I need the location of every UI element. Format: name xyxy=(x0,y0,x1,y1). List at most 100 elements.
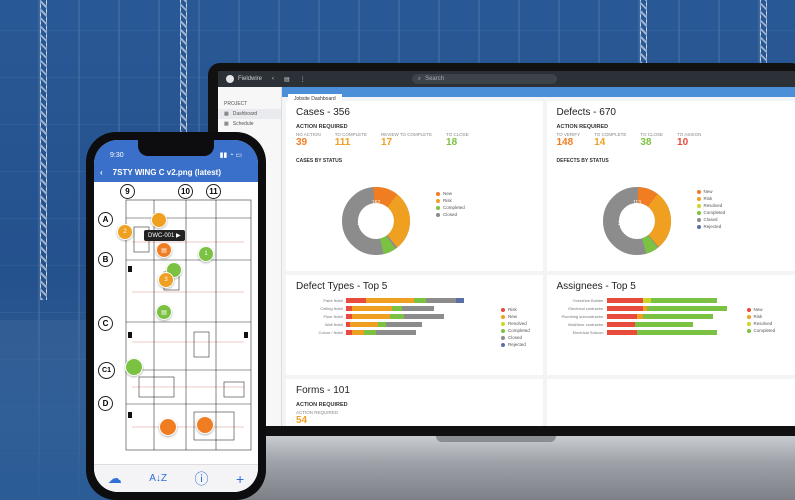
stat-no-action[interactable]: NO ACTION 39 xyxy=(296,132,321,148)
cases-by-status-label: CASES BY STATUS xyxy=(296,158,343,164)
tooltip-label: DWC-001 xyxy=(148,233,175,239)
sidebar-header: PROJECT xyxy=(224,101,248,107)
bar-row[interactable]: Colour / finish xyxy=(296,330,533,335)
grid-col-label: 11 xyxy=(206,184,221,199)
defects-card: Defects - 670 ACTION REQUIRED TO VERIFY 1… xyxy=(546,101,795,271)
legend-item: Risk xyxy=(501,307,530,312)
legend-item: Resolved xyxy=(746,321,776,326)
grid-col-label: 9 xyxy=(120,184,135,199)
legend-item: Risk xyxy=(696,196,726,201)
legend-item: Rejected xyxy=(501,342,530,347)
forms-stat[interactable]: ACTION REQUIRED 54 xyxy=(296,410,533,426)
legend-item: Completed xyxy=(501,328,530,333)
legend-item: Risk xyxy=(746,314,776,319)
task-pin[interactable]: ▤ xyxy=(156,242,172,258)
legend-item: Closed xyxy=(501,335,530,340)
phone-time: 9:30 xyxy=(110,152,124,159)
stat-to-close[interactable]: TO CLOSE 18 xyxy=(446,132,469,148)
grid-row-label: B xyxy=(98,252,113,267)
play-icon: ▶ xyxy=(176,233,181,239)
app-name: Fieldwire xyxy=(238,76,263,82)
schedule-icon: ▦ xyxy=(224,121,229,127)
sidebar-item-schedule[interactable]: ▦ Schedule xyxy=(218,119,281,129)
bar-row[interactable]: Ceiling finish xyxy=(296,306,533,311)
assignees-title: Assignees - Top 5 xyxy=(556,281,636,292)
back-icon[interactable]: ‹ xyxy=(272,76,274,82)
sort-icon[interactable]: A↓Z xyxy=(149,473,167,484)
legend-item: Closed xyxy=(696,217,726,222)
stat-value: 111 xyxy=(334,137,351,148)
donut-label: 313 xyxy=(617,221,626,227)
dashboard-icon: ▦ xyxy=(224,111,229,117)
bar-label: Floor finish xyxy=(323,314,343,319)
task-pin[interactable] xyxy=(125,358,143,376)
bar-row[interactable]: Wall finish xyxy=(296,322,533,327)
task-pin[interactable]: 3 xyxy=(158,272,174,288)
donut-label: 117 xyxy=(357,221,365,227)
legend-item: Rejected xyxy=(696,224,726,229)
stat-to-complete[interactable]: TO COMPLETE 14 xyxy=(594,132,626,148)
laptop: Fieldwire ‹ ▤ ⋮ ⌕ Search Jobsite Dashboar… xyxy=(208,63,795,438)
laptop-screen: Fieldwire ‹ ▤ ⋮ ⌕ Search Jobsite Dashboar… xyxy=(218,71,795,426)
bar-label: Overdrive Builder xyxy=(572,298,604,303)
info-icon[interactable]: ⓘ xyxy=(195,469,209,489)
project-icon[interactable]: ▤ xyxy=(284,76,290,83)
pin-tooltip[interactable]: DWC-001 ▶ xyxy=(144,230,185,241)
app-logo[interactable]: Fieldwire xyxy=(226,75,262,83)
bar-row[interactable]: Paint finish xyxy=(296,298,533,303)
grid-row-label: A xyxy=(98,212,113,227)
donut-label: 162 xyxy=(372,200,381,206)
task-pin[interactable] xyxy=(151,212,167,228)
forms-title: Forms - 101 xyxy=(296,385,350,396)
stat-value: 14 xyxy=(594,137,606,148)
task-pin[interactable] xyxy=(159,418,177,436)
bar-label: Ceiling finish xyxy=(320,306,343,311)
stat-to-complete[interactable]: TO COMPLETE 111 xyxy=(335,132,367,148)
laptop-base xyxy=(196,436,795,500)
phone-toolbar: ☁ A↓Z ⓘ + xyxy=(94,464,258,492)
bar-row[interactable]: Overdrive Builder xyxy=(557,298,794,303)
forms-action-required: ACTION REQUIRED xyxy=(296,402,348,408)
defects-title: Defects - 670 xyxy=(556,107,616,118)
search-placeholder: Search xyxy=(425,76,445,82)
assignees-card: Assignees - Top 5 Overdrive Builder Elec… xyxy=(546,275,795,375)
defects-stats: TO VERIFY 148 TO COMPLETE 14 TO CLOSE 38 TO… xyxy=(557,132,794,148)
dashboard-grid: Cases - 356 ACTION REQUIRED NO ACTION 39 … xyxy=(286,101,795,426)
app-topbar: Fieldwire ‹ ▤ ⋮ ⌕ Search xyxy=(218,71,795,87)
floor-plan[interactable]: 9 10 11 A B C C1 D 2 ▤ 1 3 ▤ DWC-001 ▶ xyxy=(94,182,258,456)
task-pin[interactable]: 1 xyxy=(198,246,214,262)
info-icon[interactable]: ⋮ xyxy=(300,76,306,83)
laptop-notch xyxy=(436,436,556,442)
search-input[interactable]: ⌕ Search xyxy=(411,74,557,84)
task-pin[interactable]: ▤ xyxy=(156,304,172,320)
defects-legend: New Risk Resolved Completed Closed Rejec… xyxy=(696,189,726,231)
stat-to-verify[interactable]: TO VERIFY 148 xyxy=(557,132,581,148)
bar-row[interactable]: Floor finish xyxy=(296,314,533,319)
cases-stats: NO ACTION 39 TO COMPLETE 111 REVIEW TO COM… xyxy=(296,132,533,148)
cases-donut[interactable]: 162 117 xyxy=(336,181,416,261)
add-icon[interactable]: + xyxy=(236,471,244,487)
stat-to-assign[interactable]: TO ASSIGN 10 xyxy=(677,132,701,148)
defects-donut[interactable]: 113 313 xyxy=(597,181,677,261)
back-icon[interactable]: ‹ xyxy=(100,168,103,177)
legend-item: Resolved xyxy=(501,321,530,326)
task-pin[interactable] xyxy=(196,416,214,434)
legend-item: New xyxy=(436,191,465,196)
floor-plan-lines xyxy=(125,199,252,451)
cases-legend: New Risk Completed Closed xyxy=(436,191,465,219)
stat-to-close[interactable]: TO CLOSE 38 xyxy=(640,132,663,148)
legend-item: Completed xyxy=(696,210,725,215)
task-pin[interactable]: 2 xyxy=(117,224,133,240)
cases-action-required: ACTION REQUIRED xyxy=(296,124,348,130)
defect-types-bars: Paint finish Ceiling finish Floor finish… xyxy=(296,298,533,335)
legend-item: Risk xyxy=(436,198,465,203)
logo-icon xyxy=(226,75,234,83)
cases-card: Cases - 356 ACTION REQUIRED NO ACTION 39 … xyxy=(286,101,543,271)
defect-types-card: Defect Types - Top 5 Paint finish Ceilin… xyxy=(286,275,543,375)
legend-item: Completed xyxy=(746,328,775,333)
grid-col-label: 10 xyxy=(178,184,193,199)
legend-item: New xyxy=(696,189,726,194)
cloud-upload-icon[interactable]: ☁ xyxy=(108,470,122,487)
sidebar-item-dashboard[interactable]: ▦ Dashboard xyxy=(218,109,281,119)
stat-review[interactable]: REVIEW TO COMPLETE 17 xyxy=(381,132,432,148)
